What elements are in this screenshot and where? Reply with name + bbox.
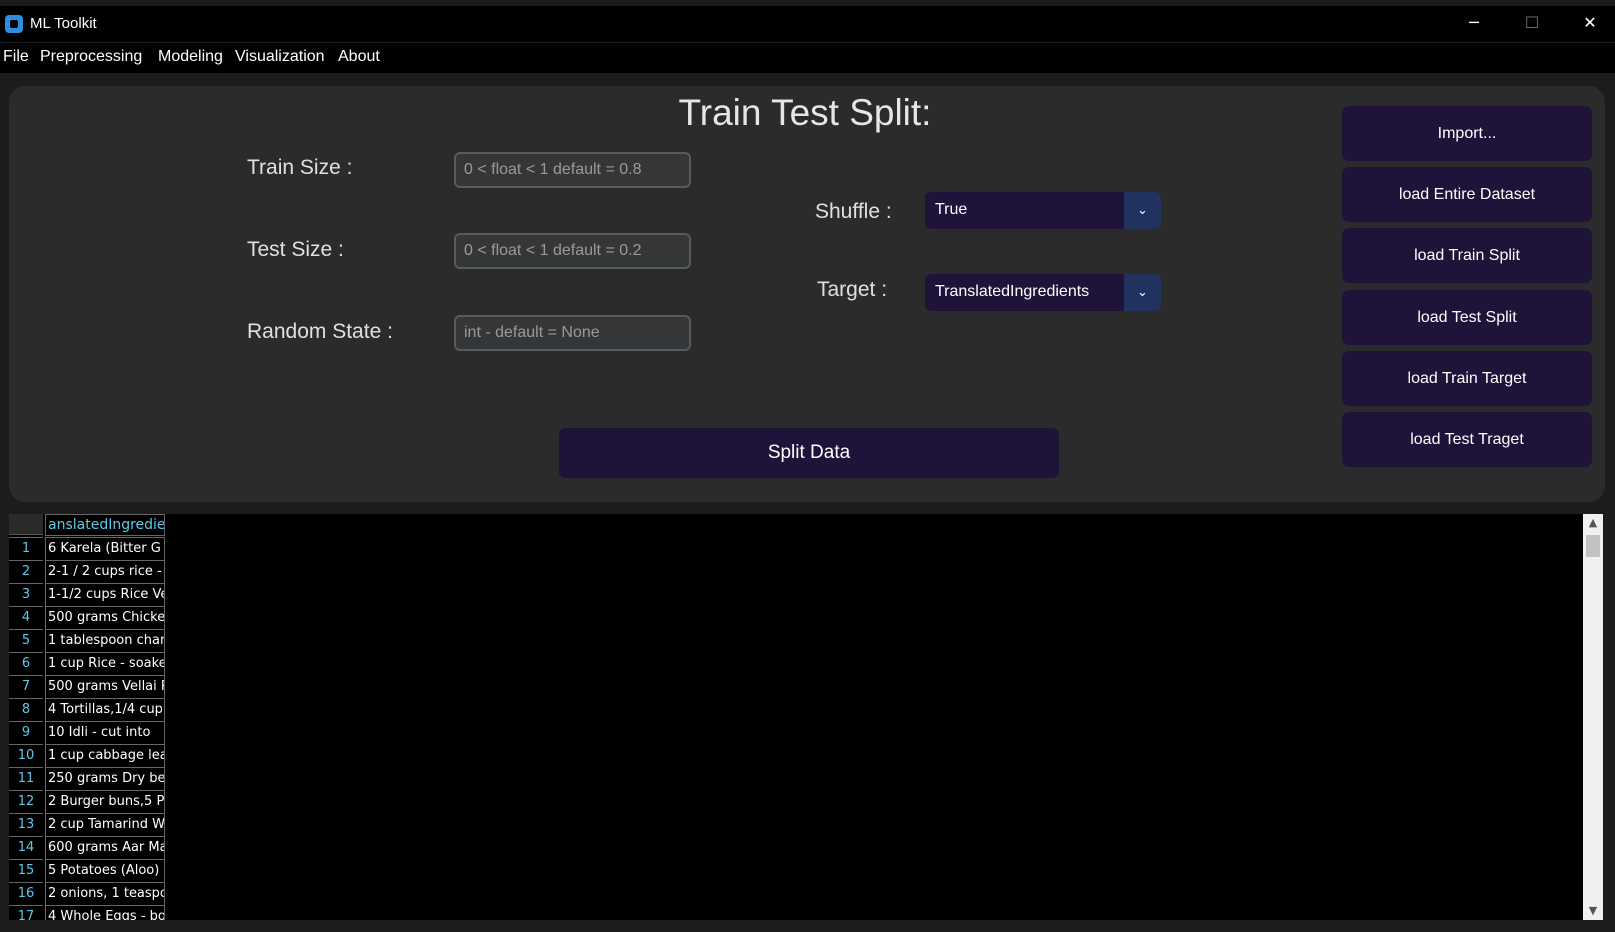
column-header[interactable]: anslatedIngredien [45, 514, 165, 536]
scroll-down-arrow-icon[interactable]: ▼ [1583, 902, 1603, 920]
table-row: 9 10 Idli - cut into [9, 721, 165, 744]
load-test-split-button[interactable]: load Test Split [1342, 290, 1592, 345]
row-number: 15 [9, 859, 43, 882]
load-test-target-button[interactable]: load Test Traget [1342, 412, 1592, 467]
table-row: 14 600 grams Aar Maa [9, 836, 165, 859]
load-entire-dataset-button[interactable]: load Entire Dataset [1342, 167, 1592, 222]
target-label: Target : [817, 278, 888, 301]
row-number: 14 [9, 836, 43, 859]
table-row: 2 2-1 / 2 cups rice - [9, 560, 165, 583]
random-state-label: Random State : [247, 320, 393, 343]
panel-title: Train Test Split: [678, 92, 932, 133]
table-row: 4 500 grams Chicken, [9, 606, 165, 629]
table-cell[interactable]: 1 cup Rice - soaked [45, 652, 165, 675]
data-table: anslatedIngredien 1 6 Karela (Bitter G 2… [9, 514, 1583, 920]
title-bar-edge [0, 0, 1615, 6]
table-cell[interactable]: 250 grams Dry bea [45, 767, 165, 790]
chevron-down-icon[interactable]: ⌄ [1124, 192, 1161, 229]
table-row: 17 4 Whole Eggs - boil [9, 905, 165, 920]
table-cell[interactable]: 10 Idli - cut into [45, 721, 165, 744]
load-train-target-button[interactable]: load Train Target [1342, 351, 1592, 406]
row-number: 13 [9, 813, 43, 836]
menu-bar: File Preprocessing Modeling Visualizatio… [0, 43, 1615, 73]
title-bar: ML Toolkit ─ ☐ ✕ [0, 0, 1615, 42]
menu-modeling[interactable]: Modeling [158, 48, 223, 66]
table-corner [9, 514, 43, 535]
app-logo-icon [5, 15, 23, 33]
table-row: 16 2 onions, 1 teaspo [9, 882, 165, 905]
menu-preprocessing[interactable]: Preprocessing [40, 48, 142, 66]
row-number: 10 [9, 744, 43, 767]
random-state-input[interactable] [454, 315, 691, 351]
table-row: 3 1-1/2 cups Rice Ver [9, 583, 165, 606]
vertical-scrollbar[interactable]: ▲ ▼ [1583, 514, 1603, 920]
test-size-input[interactable] [454, 233, 691, 269]
target-value: TranslatedIngredients [935, 283, 1090, 300]
row-number: 5 [9, 629, 43, 652]
table-row: 6 1 cup Rice - soaked [9, 652, 165, 675]
minimize-button[interactable]: ─ [1451, 8, 1497, 38]
table-cell[interactable]: 2 cup Tamarind Wa [45, 813, 165, 836]
window-title: ML Toolkit [30, 15, 97, 32]
scrollbar-thumb[interactable] [1586, 535, 1600, 557]
split-data-button[interactable]: Split Data [559, 428, 1059, 478]
table-cell[interactable]: 1 tablespoon chan [45, 629, 165, 652]
table-row: 13 2 cup Tamarind Wa [9, 813, 165, 836]
row-number: 7 [9, 675, 43, 698]
table-cell[interactable]: 5 Potatoes (Aloo) - [45, 859, 165, 882]
table-cell[interactable]: 6 Karela (Bitter G [45, 537, 165, 560]
table-row: 10 1 cup cabbage leav [9, 744, 165, 767]
import-button[interactable]: Import... [1342, 106, 1592, 161]
table-cell[interactable]: 600 grams Aar Maa [45, 836, 165, 859]
table-row: 15 5 Potatoes (Aloo) - [9, 859, 165, 882]
row-number: 1 [9, 537, 43, 560]
train-size-label: Train Size : [247, 156, 353, 179]
row-number: 9 [9, 721, 43, 744]
table-row: 5 1 tablespoon chan [9, 629, 165, 652]
row-number: 8 [9, 698, 43, 721]
maximize-button[interactable]: ☐ [1509, 8, 1555, 38]
row-number: 16 [9, 882, 43, 905]
table-row: 8 4 Tortillas,1/4 cup [9, 698, 165, 721]
app-window: ML Toolkit ─ ☐ ✕ File Preprocessing Mode… [0, 0, 1615, 932]
menu-visualization[interactable]: Visualization [235, 48, 325, 66]
row-number: 4 [9, 606, 43, 629]
table-cell[interactable]: 1 cup cabbage leav [45, 744, 165, 767]
row-number: 12 [9, 790, 43, 813]
row-number: 2 [9, 560, 43, 583]
table-row: 1 6 Karela (Bitter G [9, 537, 165, 560]
table-cell[interactable]: 500 grams Vellai P [45, 675, 165, 698]
close-button[interactable]: ✕ [1567, 8, 1613, 38]
row-number: 3 [9, 583, 43, 606]
table-cell[interactable]: 2 Burger buns,5 Pi [45, 790, 165, 813]
row-number: 11 [9, 767, 43, 790]
test-size-label: Test Size : [247, 238, 344, 261]
shuffle-label: Shuffle : [815, 200, 892, 223]
table-row: 11 250 grams Dry bea [9, 767, 165, 790]
table-cell[interactable]: 4 Tortillas,1/4 cup [45, 698, 165, 721]
table-row: 12 2 Burger buns,5 Pi [9, 790, 165, 813]
menu-about[interactable]: About [338, 48, 380, 66]
train-size-input[interactable] [454, 152, 691, 188]
target-dropdown[interactable]: TranslatedIngredients ⌄ [925, 274, 1161, 311]
table-cell[interactable]: 2 onions, 1 teaspo [45, 882, 165, 905]
scroll-up-arrow-icon[interactable]: ▲ [1583, 514, 1603, 532]
load-train-split-button[interactable]: load Train Split [1342, 228, 1592, 283]
shuffle-dropdown[interactable]: True ⌄ [925, 192, 1161, 229]
chevron-down-icon[interactable]: ⌄ [1124, 274, 1161, 311]
menu-file[interactable]: File [3, 48, 29, 66]
table-cell[interactable]: 1-1/2 cups Rice Ver [45, 583, 165, 606]
table-cell[interactable]: 2-1 / 2 cups rice - [45, 560, 165, 583]
shuffle-value: True [935, 201, 968, 218]
row-number: 17 [9, 905, 43, 920]
table-row: 7 500 grams Vellai P [9, 675, 165, 698]
table-cell[interactable]: 4 Whole Eggs - boil [45, 905, 165, 920]
bottom-edge [0, 920, 1615, 932]
table-cell[interactable]: 500 grams Chicken, [45, 606, 165, 629]
row-number: 6 [9, 652, 43, 675]
